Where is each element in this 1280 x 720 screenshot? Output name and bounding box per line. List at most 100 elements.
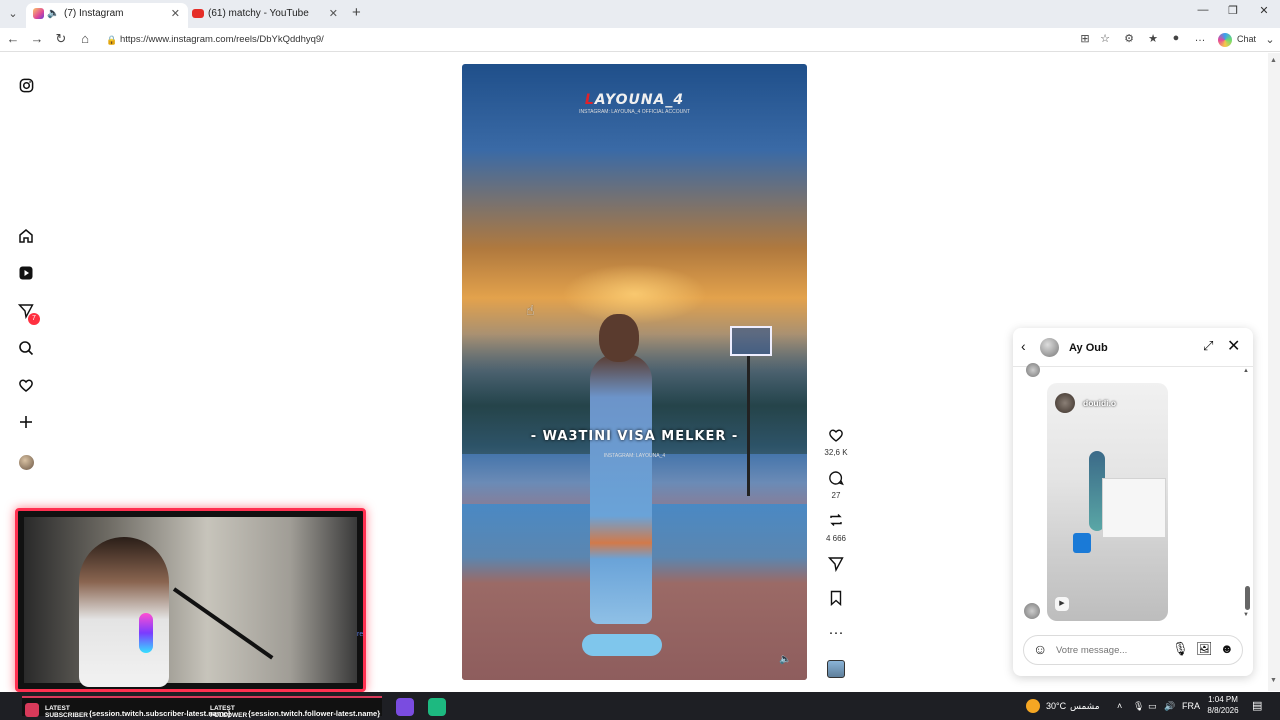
tab-youtube[interactable]: (61) matchy - YouTube ✕ xyxy=(188,3,346,28)
clock-time: 1:04 PM xyxy=(1208,695,1238,704)
alert-label: LATEST FOLLOWER xyxy=(210,705,248,719)
play-icon[interactable]: ▶ xyxy=(1055,597,1069,611)
story-avatar xyxy=(1055,393,1075,413)
clock[interactable]: 1:04 PM 8/8/2026 xyxy=(1200,694,1246,716)
favorites-icon[interactable]: ★ xyxy=(1145,32,1161,45)
reel-watermark: LAYOUNA_4 xyxy=(584,92,685,108)
alert-value: {session.twitch.follower-latest.name} xyxy=(248,709,381,718)
volume-icon[interactable]: 🔊 xyxy=(1164,701,1175,712)
streamer-figure xyxy=(79,537,169,687)
app-available-icon[interactable]: ⊞ xyxy=(1077,32,1093,45)
mute-icon[interactable]: 🔈 xyxy=(779,654,791,665)
expand-icon[interactable]: ⤢ xyxy=(1203,338,1213,354)
language-indicator[interactable]: FRA xyxy=(1182,701,1200,711)
message-input[interactable] xyxy=(1056,642,1160,658)
scroll-down-icon[interactable]: ▼ xyxy=(1243,612,1249,618)
speaker-icon[interactable]: 🔈 xyxy=(47,3,59,25)
scroll-down-icon[interactable]: ▼ xyxy=(1270,677,1277,684)
shared-story[interactable]: douidi.o ▶ xyxy=(1047,383,1168,621)
more-options-icon[interactable]: ··· xyxy=(824,624,848,641)
audio-thumbnail[interactable] xyxy=(827,660,845,678)
extensions-icon[interactable]: ⚙ xyxy=(1121,32,1137,45)
sender-avatar xyxy=(1026,363,1040,377)
minimize-icon[interactable]: — xyxy=(1188,4,1218,16)
tray-chevron-icon[interactable]: ˄ xyxy=(1117,701,1122,711)
notifications-heart-icon[interactable] xyxy=(12,375,40,401)
more-menu-icon[interactable]: … xyxy=(1192,32,1208,44)
reel-watermark-sub: INSTAGRAM: LAYOUNA_4 OFFICIAL ACCOUNT xyxy=(579,109,690,115)
refresh-icon[interactable]: ↻ xyxy=(52,31,70,47)
message-input-box: ☺ 🎙 🖼 ☻ xyxy=(1023,635,1243,665)
comment-icon[interactable] xyxy=(824,470,848,490)
search-icon[interactable] xyxy=(12,338,40,364)
close-icon[interactable]: ✕ xyxy=(1227,336,1240,356)
youtube-favicon-icon xyxy=(192,9,204,18)
network-icon[interactable]: ▭ xyxy=(1148,701,1157,712)
sender-avatar xyxy=(1024,603,1040,619)
share-send-icon[interactable] xyxy=(824,556,848,576)
discord-icon[interactable] xyxy=(396,698,414,716)
page-scrollbar[interactable]: ▲ ▼ xyxy=(1268,53,1280,691)
microphone xyxy=(139,613,153,653)
notification-badge: 7 xyxy=(28,313,40,325)
sticker-icon[interactable]: ☻ xyxy=(1220,641,1234,656)
notifications-icon[interactable]: ▤ xyxy=(1252,699,1262,712)
new-tab-button[interactable]: + xyxy=(352,4,361,21)
back-chevron-icon[interactable]: ‹ xyxy=(1021,338,1026,354)
instagram-favicon-icon xyxy=(33,8,44,19)
favorite-star-icon[interactable]: ☆ xyxy=(1097,32,1113,45)
twitch-icon xyxy=(25,703,39,717)
mouse-cursor-icon: ☝ xyxy=(526,302,535,318)
address-bar[interactable]: 🔒 https://www.instagram.com/reels/DbYkQd… xyxy=(100,30,1110,50)
restore-icon[interactable]: ❐ xyxy=(1218,4,1248,17)
clock-date: 8/8/2026 xyxy=(1207,706,1239,715)
repost-count: 4 666 xyxy=(825,534,847,543)
sidebar-toggle-icon[interactable]: ⌄ xyxy=(1262,33,1278,46)
image-icon[interactable]: 🖼 xyxy=(1196,641,1213,657)
browser-toolbar: ← → ↻ ⌂ 🔒 https://www.instagram.com/reel… xyxy=(0,28,1280,52)
contact-name[interactable]: Ay Oub xyxy=(1069,342,1108,354)
microphone-icon[interactable]: 🎙 xyxy=(1172,641,1189,657)
instagram-logo-icon[interactable] xyxy=(12,75,40,101)
weather-sun-icon[interactable] xyxy=(1026,699,1040,713)
tab-title: (7) Instagram xyxy=(64,8,124,19)
comment-count: 27 xyxy=(831,491,841,500)
home-icon[interactable]: ⌂ xyxy=(76,31,94,46)
player-figure xyxy=(590,354,652,624)
save-bookmark-icon[interactable] xyxy=(824,590,848,610)
tab-instagram[interactable]: 🔈 (7) Instagram ✕ xyxy=(26,3,188,28)
close-tab-icon[interactable]: ✕ xyxy=(329,3,338,25)
weather-temp[interactable]: 30°C xyxy=(1046,701,1066,711)
create-plus-icon[interactable] xyxy=(12,412,40,438)
reel-caption-sub: INSTAGRAM: LAYOUNA_4 xyxy=(603,453,666,459)
repost-icon[interactable] xyxy=(824,512,848,532)
alert-label: LATEST SUBSCRIBER xyxy=(45,705,88,719)
back-arrow-icon[interactable]: ← xyxy=(4,31,22,46)
scroll-up-icon[interactable]: ▲ xyxy=(1270,57,1277,64)
home-nav-icon[interactable] xyxy=(12,226,40,252)
profile-avatar[interactable] xyxy=(19,455,34,470)
chat-button[interactable]: Chat xyxy=(1237,34,1256,44)
forward-arrow-icon[interactable]: → xyxy=(28,31,46,46)
close-window-icon[interactable]: ✕ xyxy=(1249,4,1279,17)
stream-chat-fragment: re xyxy=(357,631,364,638)
reel-caption: - WA3TINI VISA MELKER - xyxy=(530,429,739,444)
app-icon[interactable] xyxy=(428,698,446,716)
like-heart-icon[interactable] xyxy=(824,427,848,447)
copilot-icon[interactable] xyxy=(1218,33,1232,47)
scroll-up-icon[interactable]: ▲ xyxy=(1243,368,1249,374)
lock-icon: 🔒 xyxy=(106,35,118,45)
weather-description[interactable]: مشمس xyxy=(1070,701,1100,712)
close-tab-icon[interactable]: ✕ xyxy=(171,3,180,25)
dm-scrollbar[interactable] xyxy=(1245,586,1250,610)
story-username: douidi.o xyxy=(1083,398,1117,408)
basketball-hoop xyxy=(730,326,772,356)
mic-tray-icon[interactable]: 🎙 xyxy=(1133,701,1144,712)
reel-video[interactable]: LAYOUNA_4 INSTAGRAM: LAYOUNA_4 OFFICIAL … xyxy=(462,64,807,680)
tab-actions-icon[interactable]: ⌄ xyxy=(4,5,22,23)
contact-avatar[interactable] xyxy=(1040,338,1059,357)
emoji-icon[interactable]: ☺ xyxy=(1033,641,1047,657)
profile-icon[interactable]: ● xyxy=(1168,32,1184,44)
reels-nav-icon[interactable] xyxy=(12,263,40,289)
webcam-overlay xyxy=(15,508,366,692)
